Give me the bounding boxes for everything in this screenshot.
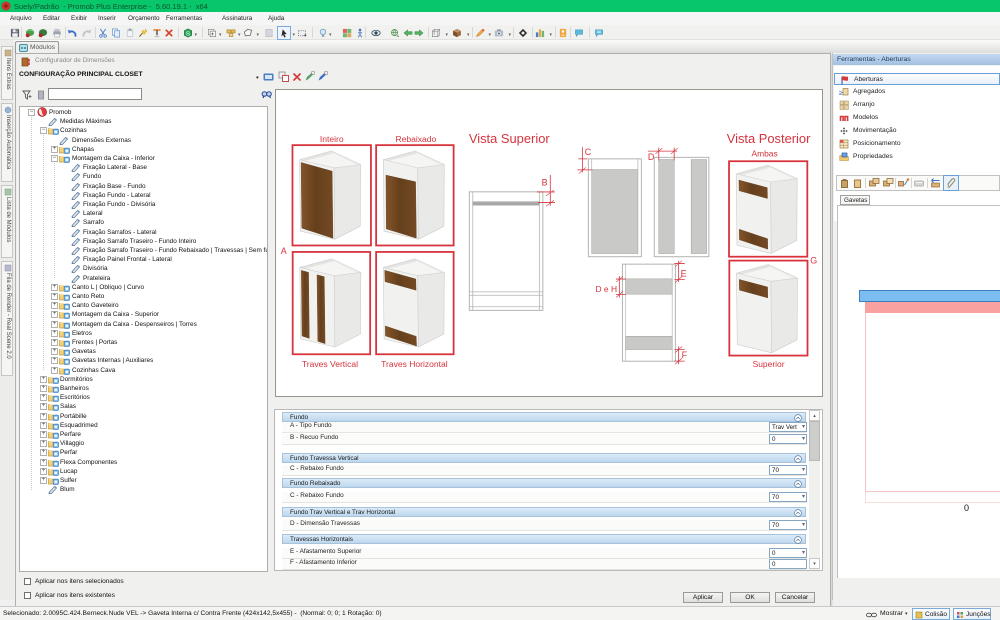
svg-text:G: G	[810, 255, 817, 265]
svg-text:D: D	[648, 152, 655, 162]
svg-text:B: B	[542, 177, 548, 187]
svg-text:≥: ≥	[839, 90, 843, 97]
svg-text:Ambas: Ambas	[751, 149, 777, 159]
svg-text:A: A	[281, 246, 287, 256]
svg-text:D e H: D e H	[595, 284, 617, 294]
svg-text:Traves Horizontal: Traves Horizontal	[381, 359, 448, 369]
svg-text:C: C	[585, 147, 592, 157]
svg-text:Inteiro: Inteiro	[320, 134, 344, 144]
svg-text:Vista Posterior: Vista Posterior	[727, 131, 811, 146]
svg-text:F: F	[682, 350, 688, 360]
svg-text:Superior: Superior	[753, 359, 785, 369]
svg-text:Vista Superior: Vista Superior	[469, 131, 551, 146]
svg-text:Traves Vertical: Traves Vertical	[302, 359, 358, 369]
svg-text:Rebaixado: Rebaixado	[395, 134, 436, 144]
svg-text:S: S	[186, 31, 190, 37]
